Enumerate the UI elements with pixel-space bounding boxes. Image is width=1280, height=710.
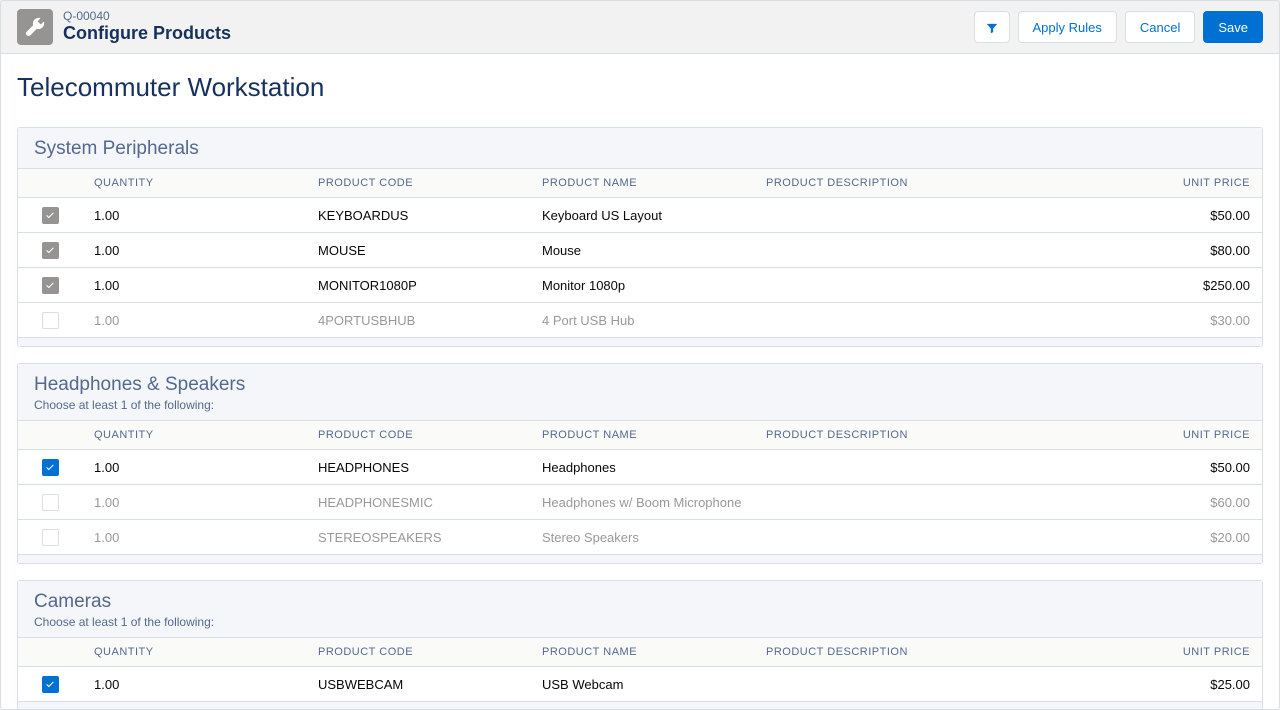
cell-quantity: 1.00 [82,233,306,268]
cell-product-code: 4PORTUSBHUB [306,303,530,338]
col-product-description: PRODUCT DESCRIPTION [754,421,1118,450]
cell-unit-price: $80.00 [1118,233,1262,268]
col-product-description: PRODUCT DESCRIPTION [754,638,1118,667]
apply-rules-button[interactable]: Apply Rules [1018,11,1117,43]
feature-header: Cameras Choose at least 1 of the followi… [18,581,1262,638]
cell-product-description [754,268,1118,303]
product-row: 1.00 MONITOR1080P Monitor 1080p $250.00 [18,268,1262,303]
cell-product-description [754,485,1118,520]
cell-product-code: MOUSE [306,233,530,268]
feature-footer [18,554,1262,563]
header-actions: Apply Rules Cancel Save [974,11,1263,43]
cell-product-code: USBWEBCAM [306,667,530,702]
page-header-title: Configure Products [63,23,231,45]
cell-product-description [754,520,1118,555]
cell-product-name: Mouse [530,233,754,268]
filter-icon [985,19,999,34]
col-product-code: PRODUCT CODE [306,638,530,667]
feature-footer [18,701,1262,709]
cell-quantity: 1.00 [82,485,306,520]
feature-group: Cameras Choose at least 1 of the followi… [17,580,1263,709]
cell-product-code: KEYBOARDUS [306,198,530,233]
row-checkbox [42,277,59,294]
cell-product-description [754,233,1118,268]
cell-unit-price: $60.00 [1118,485,1262,520]
save-button[interactable]: Save [1203,11,1263,43]
row-checkbox[interactable] [42,459,59,476]
col-quantity: QUANTITY [82,169,306,198]
row-checkbox [42,207,59,224]
cell-unit-price: $20.00 [1118,520,1262,555]
col-product-name: PRODUCT NAME [530,638,754,667]
feature-header: System Peripherals [18,128,1262,169]
cell-product-description [754,450,1118,485]
product-row: 1.00 USBWEBCAM USB Webcam $25.00 [18,667,1262,702]
col-unit-price: UNIT PRICE [1118,638,1262,667]
col-unit-price: UNIT PRICE [1118,169,1262,198]
product-row: 1.00 4PORTUSBHUB 4 Port USB Hub $30.00 [18,303,1262,338]
product-row: 1.00 MOUSE Mouse $80.00 [18,233,1262,268]
feature-footer [18,337,1262,346]
row-checkbox[interactable] [42,529,59,546]
product-row: 1.00 HEADPHONES Headphones $50.00 [18,450,1262,485]
feature-title: Headphones & Speakers [34,374,1246,396]
col-product-code: PRODUCT CODE [306,421,530,450]
feature-subtitle: Choose at least 1 of the following: [34,615,1246,629]
cell-product-name: Headphones w/ Boom Microphone [530,485,754,520]
cell-product-description [754,198,1118,233]
cell-quantity: 1.00 [82,268,306,303]
cell-product-name: Stereo Speakers [530,520,754,555]
bundle-title: Telecommuter Workstation [1,54,1279,127]
product-row: 1.00 STEREOSPEAKERS Stereo Speakers $20.… [18,520,1262,555]
feature-title: Cameras [34,591,1246,613]
feature-group: System Peripherals QUANTITY PRODUCT CODE… [17,127,1263,347]
product-row: 1.00 KEYBOARDUS Keyboard US Layout $50.0… [18,198,1262,233]
cell-product-code: STEREOSPEAKERS [306,520,530,555]
row-checkbox[interactable] [42,676,59,693]
row-checkbox [42,242,59,259]
wrench-icon [17,9,53,45]
cell-product-name: Headphones [530,450,754,485]
cell-product-description [754,303,1118,338]
feature-header: Headphones & Speakers Choose at least 1 … [18,364,1262,421]
cell-quantity: 1.00 [82,667,306,702]
cell-product-code: HEADPHONESMIC [306,485,530,520]
cell-unit-price: $50.00 [1118,450,1262,485]
content-scroll[interactable]: Telecommuter Workstation System Peripher… [1,54,1279,709]
feature-subtitle: Choose at least 1 of the following: [34,398,1246,412]
col-unit-price: UNIT PRICE [1118,421,1262,450]
cell-quantity: 1.00 [82,303,306,338]
row-checkbox[interactable] [42,312,59,329]
cell-unit-price: $25.00 [1118,667,1262,702]
row-checkbox[interactable] [42,494,59,511]
cell-quantity: 1.00 [82,198,306,233]
feature-title: System Peripherals [34,138,1246,160]
cell-product-name: USB Webcam [530,667,754,702]
cell-product-name: Monitor 1080p [530,268,754,303]
cell-product-code: MONITOR1080P [306,268,530,303]
cell-unit-price: $50.00 [1118,198,1262,233]
cell-product-name: 4 Port USB Hub [530,303,754,338]
product-row: 1.00 HEADPHONESMIC Headphones w/ Boom Mi… [18,485,1262,520]
record-number: Q-00040 [63,9,231,23]
col-product-name: PRODUCT NAME [530,421,754,450]
cell-quantity: 1.00 [82,520,306,555]
cell-unit-price: $30.00 [1118,303,1262,338]
cell-unit-price: $250.00 [1118,268,1262,303]
col-quantity: QUANTITY [82,421,306,450]
col-product-code: PRODUCT CODE [306,169,530,198]
col-quantity: QUANTITY [82,638,306,667]
page-header: Q-00040 Configure Products Apply Rules C… [1,1,1279,54]
cell-quantity: 1.00 [82,450,306,485]
col-product-description: PRODUCT DESCRIPTION [754,169,1118,198]
feature-group: Headphones & Speakers Choose at least 1 … [17,363,1263,564]
col-product-name: PRODUCT NAME [530,169,754,198]
cell-product-code: HEADPHONES [306,450,530,485]
cancel-button[interactable]: Cancel [1125,11,1195,43]
cell-product-description [754,667,1118,702]
filter-button[interactable] [974,11,1010,43]
cell-product-name: Keyboard US Layout [530,198,754,233]
